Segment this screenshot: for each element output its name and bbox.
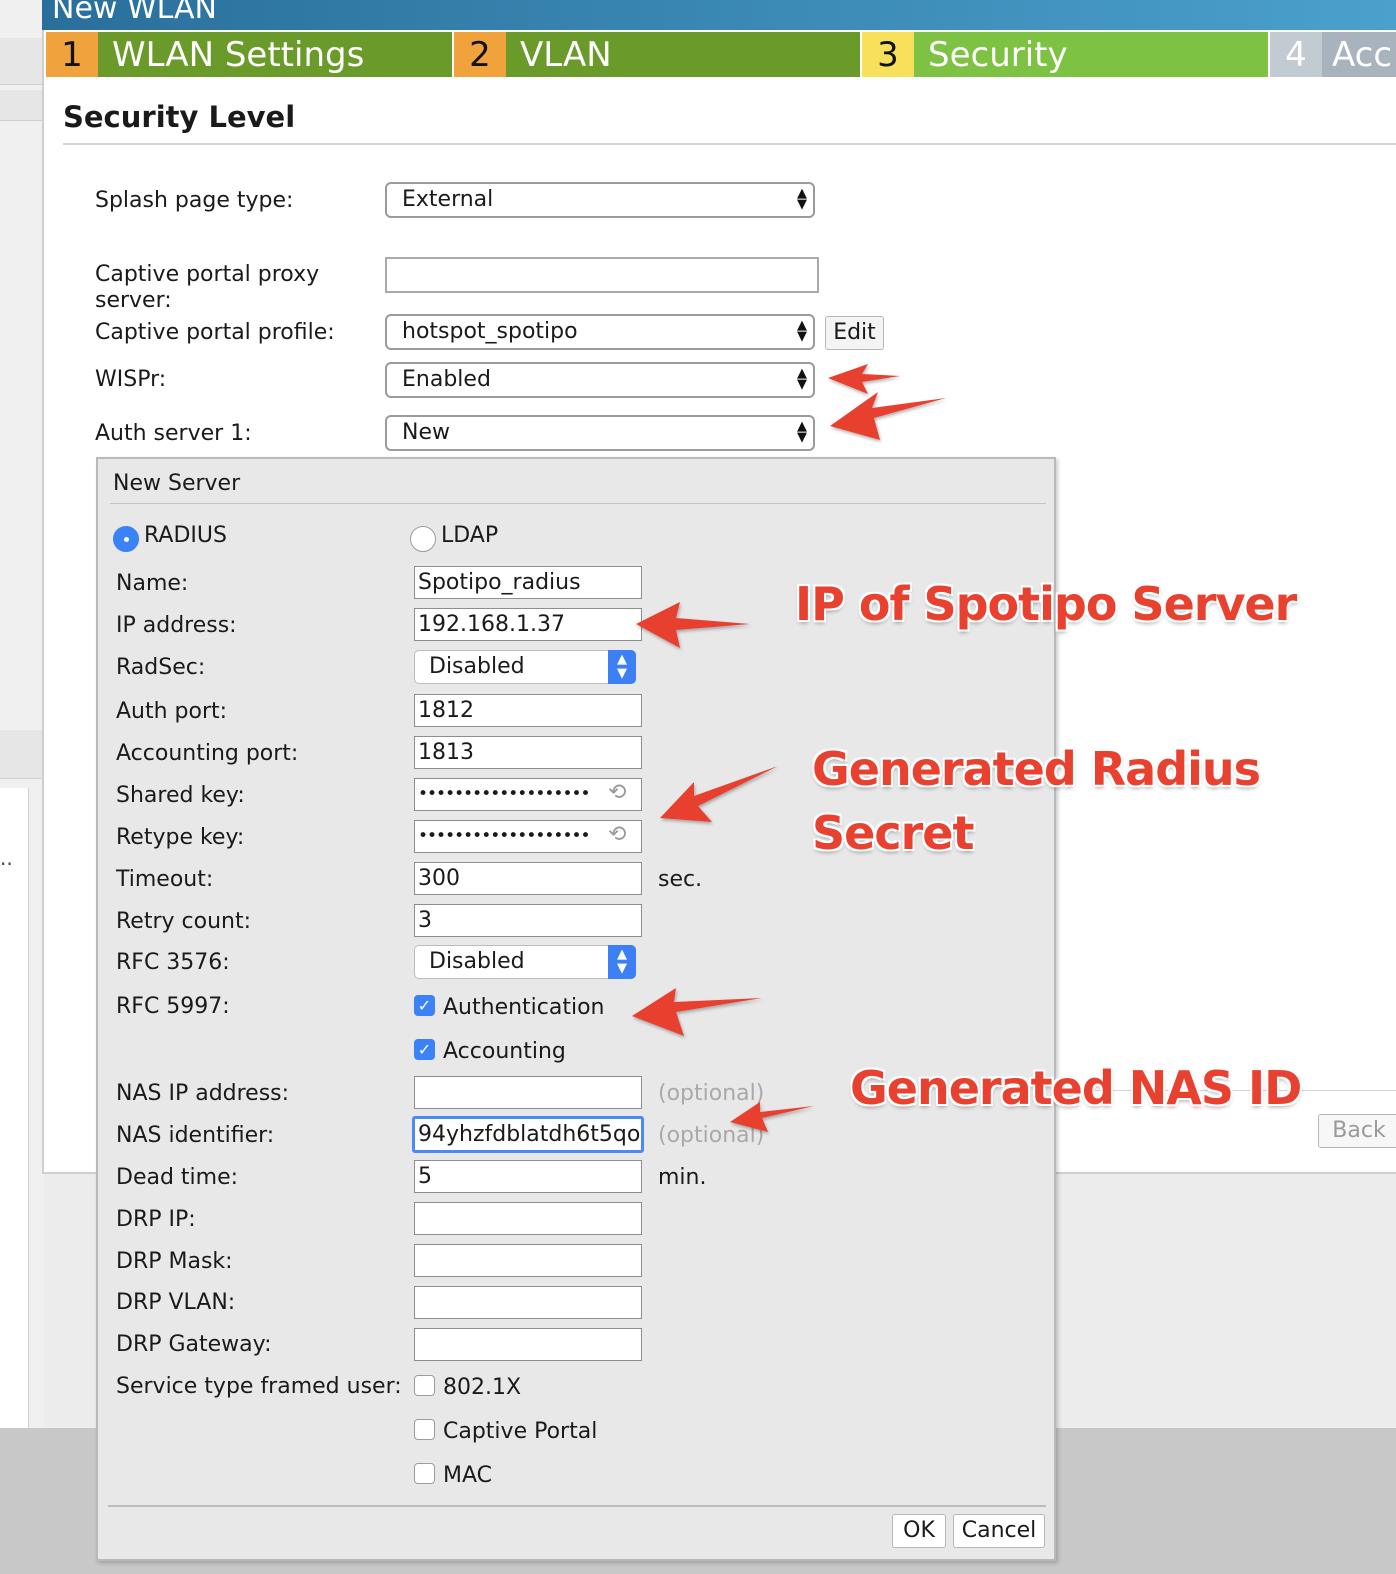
arrow-icon xyxy=(730,1102,814,1132)
arrow-icon xyxy=(660,766,778,822)
annotation-arrows xyxy=(632,364,946,1132)
arrow-icon xyxy=(830,392,946,440)
arrow-icon xyxy=(828,364,900,394)
arrow-icon xyxy=(636,602,750,648)
arrow-icon xyxy=(632,988,762,1036)
